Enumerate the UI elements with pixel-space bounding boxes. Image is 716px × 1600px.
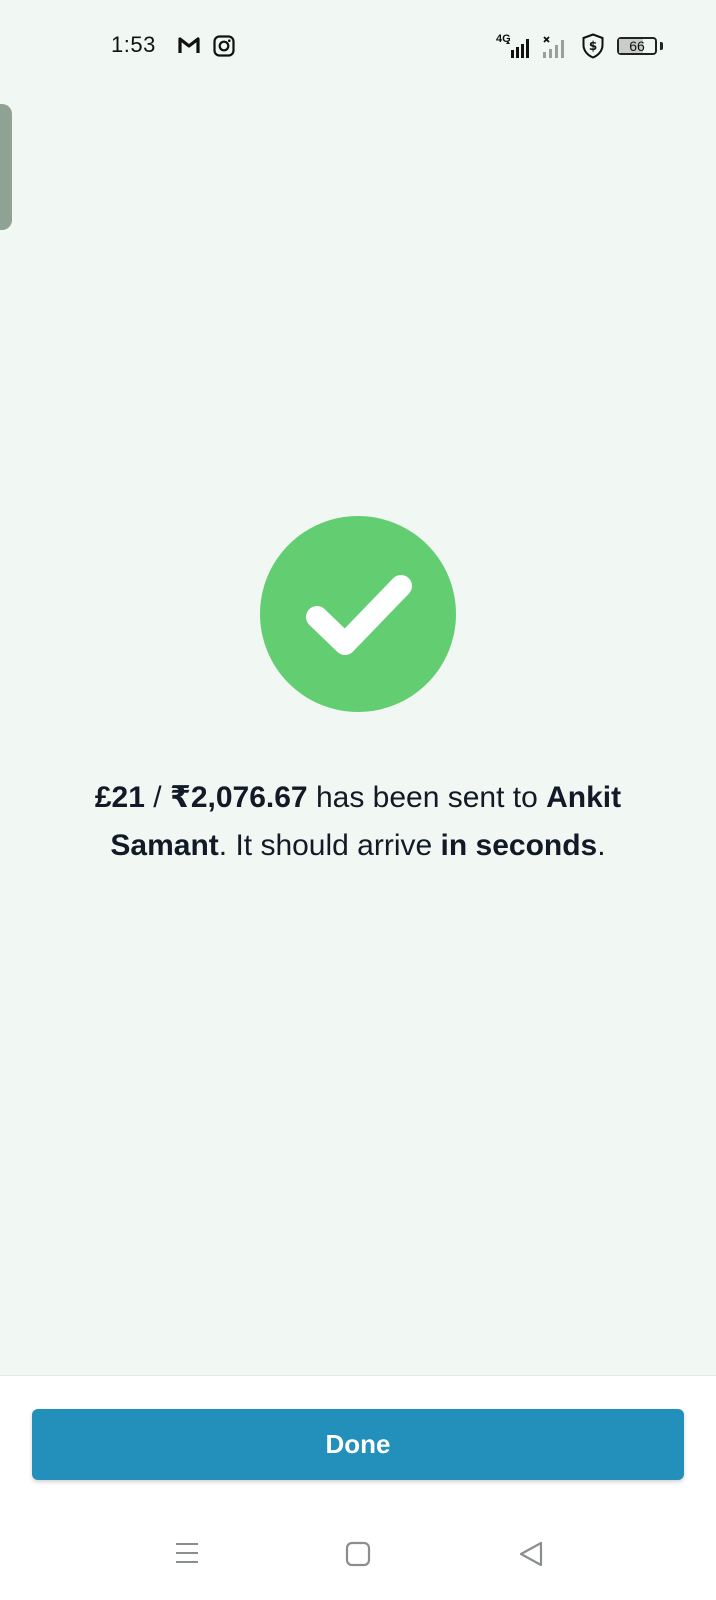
arrival-time: in seconds xyxy=(440,829,598,862)
transfer-confirmation-message: £21 / ₹2,076.67 has been sent to Ankit S… xyxy=(40,774,676,870)
sent-text: has been sent to xyxy=(307,781,547,814)
status-time: 1:53 xyxy=(111,32,156,57)
instagram-icon xyxy=(213,35,235,57)
signal-no-service-icon xyxy=(543,36,564,58)
done-button[interactable]: Done xyxy=(32,1409,684,1480)
side-panel-handle[interactable] xyxy=(0,104,12,230)
amount-gbp: £21 xyxy=(94,781,145,814)
sentence-end-period: . xyxy=(597,829,606,862)
vpn-dollar-icon: $ xyxy=(582,33,604,59)
success-checkmark-icon xyxy=(260,516,456,712)
menu-icon[interactable] xyxy=(175,1541,199,1565)
battery-icon: 66 xyxy=(617,37,657,55)
amount-separator: / xyxy=(144,781,170,814)
battery-level: 66 xyxy=(629,38,645,54)
signal-4g-icon xyxy=(506,39,529,58)
battery-cap xyxy=(660,42,663,50)
svg-text:$: $ xyxy=(589,39,597,53)
arrival-text: It should arrive xyxy=(235,829,441,862)
gmail-icon xyxy=(178,37,200,53)
status-bar: 1:53 4G $ 66 xyxy=(0,0,716,92)
home-icon[interactable] xyxy=(345,1541,371,1567)
amount-inr: ₹2,076.67 xyxy=(169,781,308,814)
back-icon[interactable] xyxy=(518,1541,544,1567)
sentence-period: . xyxy=(218,829,236,862)
footer-divider xyxy=(0,1375,716,1376)
